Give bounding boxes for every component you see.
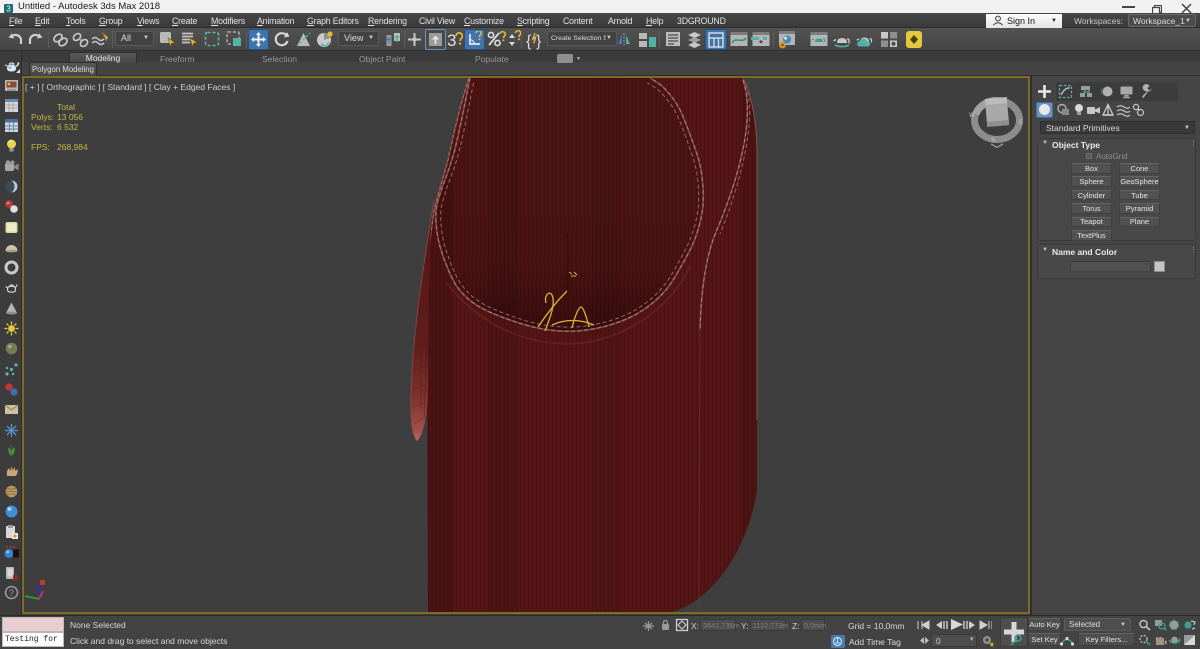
svg-text:?: ? xyxy=(9,588,14,598)
svg-text:E: E xyxy=(1019,120,1023,126)
svg-text:{: { xyxy=(526,33,532,50)
svg-text:3: 3 xyxy=(447,31,456,50)
svg-text:W: W xyxy=(969,113,975,119)
svg-text:S: S xyxy=(991,138,995,144)
svg-text:}: } xyxy=(536,33,542,50)
